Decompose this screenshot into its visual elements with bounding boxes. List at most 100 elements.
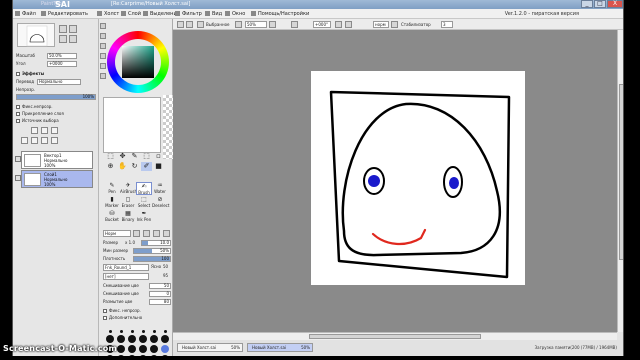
nav-zoom-in-icon[interactable] bbox=[59, 25, 67, 33]
hsv-slider-mode-icon[interactable] bbox=[100, 43, 106, 49]
brush-binary[interactable]: ▦ Binary bbox=[120, 210, 136, 223]
horizontal-scroll-thumb[interactable] bbox=[309, 334, 481, 339]
stabilizer-select[interactable]: 3 bbox=[441, 21, 453, 28]
lasso-tool-icon[interactable]: ✎ bbox=[129, 152, 140, 161]
scratchpad-mode-icon[interactable] bbox=[100, 73, 106, 79]
size-preset[interactable] bbox=[160, 355, 170, 356]
nav-zoom-out-icon[interactable] bbox=[69, 25, 77, 33]
document-tab-active[interactable]: Новый Холст.sai 50% bbox=[247, 343, 313, 352]
color-wheel[interactable] bbox=[107, 31, 169, 93]
advanced-expand-icon[interactable] bbox=[103, 316, 107, 320]
density-slider[interactable]: 100 bbox=[133, 256, 171, 262]
copy-layer-icon[interactable] bbox=[21, 137, 28, 144]
shape-strength-value[interactable]: 50 bbox=[163, 264, 168, 270]
keep-opacity-checkbox[interactable] bbox=[103, 309, 107, 313]
size-preset[interactable] bbox=[160, 335, 170, 343]
brush-brush[interactable]: ✍ Brush bbox=[136, 182, 152, 195]
menu-help-settings[interactable]: Помощь/Настройки bbox=[251, 10, 309, 18]
layer-item-selected[interactable]: Слой1 Нормально 100% bbox=[15, 170, 93, 188]
menu-edit[interactable]: Редактировать bbox=[41, 10, 88, 18]
brush-shape-2-icon[interactable] bbox=[143, 230, 150, 237]
size-slider[interactable]: 10.0 bbox=[141, 240, 171, 246]
rotate-right-icon[interactable] bbox=[335, 21, 342, 28]
size-preset[interactable] bbox=[160, 327, 170, 333]
rotate-left-icon[interactable] bbox=[291, 21, 298, 28]
menu-canvas[interactable]: Холст bbox=[97, 10, 119, 18]
horizontal-scrollbar[interactable] bbox=[173, 332, 617, 340]
size-preset[interactable] bbox=[127, 335, 137, 343]
navigator-preview[interactable] bbox=[17, 23, 55, 47]
angle-field[interactable]: +000° bbox=[313, 21, 331, 28]
undo-icon[interactable] bbox=[177, 21, 184, 28]
size-preset[interactable] bbox=[116, 355, 126, 356]
deselect-icon[interactable] bbox=[197, 21, 204, 28]
option-preserve-opacity[interactable]: Фикс.непрозр. bbox=[16, 104, 53, 110]
new-folder-icon[interactable] bbox=[51, 127, 58, 134]
angle-value-field[interactable]: +0000 bbox=[47, 61, 77, 67]
size-preset[interactable] bbox=[149, 327, 159, 333]
swatches-mode-icon[interactable] bbox=[100, 63, 106, 69]
layer-visibility-icon[interactable] bbox=[15, 156, 21, 162]
maximize-button[interactable]: □ bbox=[594, 0, 606, 8]
new-layer-icon[interactable] bbox=[31, 127, 38, 134]
size-preset[interactable] bbox=[149, 345, 159, 353]
eyedropper-icon[interactable]: ▫ bbox=[153, 152, 164, 161]
brush-texture-select[interactable]: [нет] bbox=[103, 273, 149, 280]
brush-marker[interactable]: ▮ Marker bbox=[104, 196, 120, 209]
saturation-value-square[interactable] bbox=[122, 46, 154, 78]
size-preset[interactable] bbox=[105, 335, 115, 343]
size-preset[interactable] bbox=[149, 335, 159, 343]
size-preset[interactable] bbox=[138, 345, 148, 353]
blending-value[interactable]: 50 bbox=[149, 283, 171, 289]
advanced-toggle[interactable]: Дополнительно bbox=[103, 315, 142, 321]
document-tab[interactable]: Новый Холст.sai 50% bbox=[177, 343, 243, 352]
effects-expand-icon[interactable] bbox=[16, 72, 20, 76]
zoom-out-icon[interactable] bbox=[235, 21, 242, 28]
close-button[interactable]: X bbox=[607, 0, 623, 8]
menu-window[interactable]: Окно bbox=[225, 10, 245, 18]
layer-visibility-icon[interactable] bbox=[15, 175, 21, 181]
brush-bucket[interactable]: ⛁ Bucket bbox=[104, 210, 120, 223]
size-preset[interactable] bbox=[138, 355, 148, 356]
canvas-workspace[interactable] bbox=[173, 30, 617, 332]
brush-airbrush[interactable]: ✈ AirBrush bbox=[120, 182, 137, 195]
vertical-scroll-thumb[interactable] bbox=[619, 84, 623, 260]
size-preset[interactable] bbox=[138, 327, 148, 333]
zoom-tool-icon[interactable]: ⊕ bbox=[105, 162, 116, 171]
zoom-value-field[interactable]: 50.0% bbox=[47, 53, 77, 59]
select-tool-icon[interactable]: ⬚ bbox=[105, 152, 116, 161]
zoom-in-icon[interactable] bbox=[269, 21, 276, 28]
size-preset[interactable] bbox=[127, 345, 137, 353]
flip-icon[interactable] bbox=[391, 21, 398, 28]
layer-item[interactable]: Вектор1 Нормально 100% bbox=[15, 151, 93, 169]
clipping-checkbox[interactable] bbox=[16, 112, 20, 116]
option-selection-source[interactable]: Источник выбора bbox=[16, 118, 59, 124]
persistence-value[interactable]: 80 bbox=[149, 299, 171, 305]
menu-filter[interactable]: Фильтр bbox=[175, 10, 202, 18]
new-vector-layer-icon[interactable] bbox=[41, 127, 48, 134]
hand-tool-icon[interactable]: ✋ bbox=[117, 162, 128, 171]
size-preset[interactable] bbox=[105, 355, 115, 356]
brush-water[interactable]: ♒ Water bbox=[152, 182, 168, 195]
nav-rotate-icon[interactable] bbox=[59, 35, 67, 43]
vertical-scrollbar[interactable] bbox=[617, 30, 623, 332]
minimize-button[interactable]: _ bbox=[581, 0, 593, 8]
zoom-field[interactable]: 50% bbox=[245, 21, 267, 28]
texture-strength-value[interactable]: 95 bbox=[163, 273, 168, 279]
brush-eraser[interactable]: ◻ Eraser bbox=[120, 196, 136, 209]
size-preset[interactable] bbox=[105, 327, 115, 333]
merge-layer-icon[interactable] bbox=[31, 137, 38, 144]
size-preset[interactable] bbox=[127, 355, 137, 356]
preserve-opacity-checkbox[interactable] bbox=[16, 105, 20, 109]
size-preset[interactable] bbox=[138, 335, 148, 343]
size-preset[interactable] bbox=[127, 327, 137, 333]
menu-file[interactable]: Файл bbox=[15, 10, 36, 18]
selection-source-checkbox[interactable] bbox=[16, 119, 20, 123]
size-preset[interactable] bbox=[116, 345, 126, 353]
size-preset[interactable] bbox=[160, 345, 170, 353]
opacity-slider[interactable]: 100% bbox=[16, 94, 96, 100]
color-wheel-mode-icon[interactable] bbox=[100, 23, 106, 29]
mode-select[interactable]: норм bbox=[373, 21, 389, 28]
brush-pen[interactable]: ✎ Pen bbox=[104, 182, 120, 195]
brush-select[interactable]: ⬚ Select bbox=[136, 196, 152, 209]
